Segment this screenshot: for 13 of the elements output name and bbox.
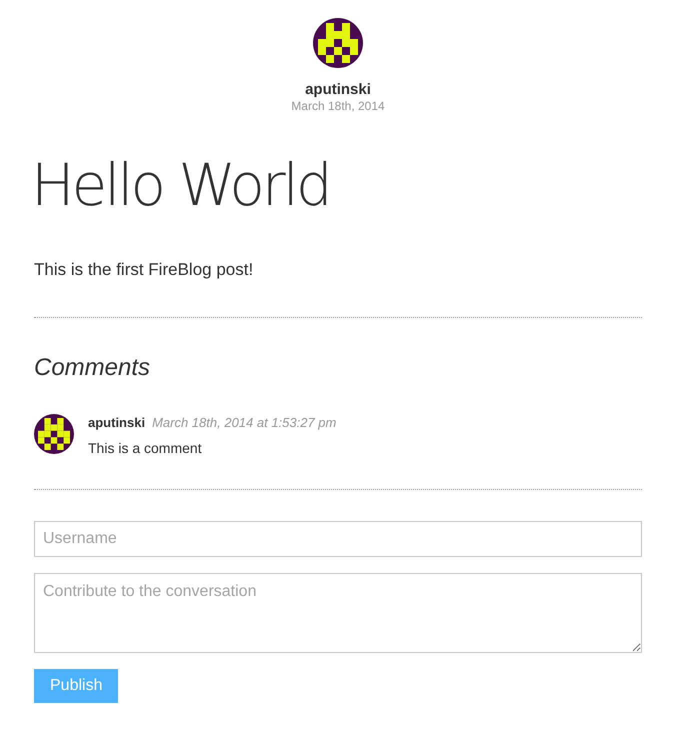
post-title: Hello World	[31, 150, 330, 221]
comment-author: aputinski	[88, 415, 146, 431]
message-field[interactable]: Contribute to the conversation	[34, 573, 642, 653]
username-field[interactable]: Username	[34, 521, 642, 557]
comments-heading: Comments	[34, 354, 150, 382]
post-body: This is the first FireBlog post!	[34, 259, 254, 281]
publish-button[interactable]: Publish	[34, 669, 118, 703]
author-name: aputinski	[305, 81, 371, 99]
comment-time: March 18th, 2014 at 1:53:27 pm	[152, 415, 336, 431]
comment-text: This is a comment	[88, 440, 203, 457]
pixel-avatar-icon	[34, 414, 74, 454]
pixel-avatar-icon	[313, 18, 363, 68]
post-date: March 18th, 2014	[291, 99, 385, 113]
